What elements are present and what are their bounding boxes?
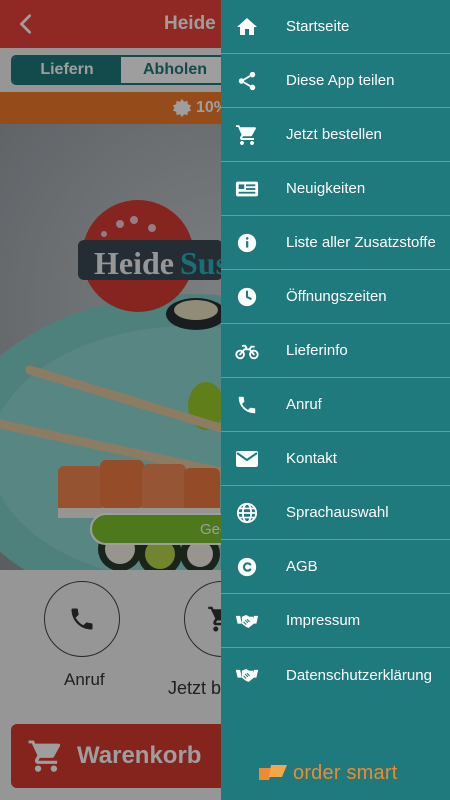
menu-label: Startseite xyxy=(286,18,350,35)
news-icon xyxy=(235,181,259,197)
navigation-drawer: Startseite Diese App teilen Jetzt bestel… xyxy=(221,0,450,800)
globe-icon xyxy=(236,502,258,524)
brand-text: order smart xyxy=(293,761,398,784)
menu-label: Jetzt bestellen xyxy=(286,126,382,143)
menu-item-call[interactable]: Anruf xyxy=(221,378,450,432)
menu-item-terms[interactable]: AGB xyxy=(221,540,450,594)
menu-label: Neuigkeiten xyxy=(286,180,366,197)
menu-item-contact[interactable]: Kontakt xyxy=(221,432,450,486)
menu-item-startseite[interactable]: Startseite xyxy=(221,0,450,54)
menu-label: Impressum xyxy=(286,612,361,629)
home-icon xyxy=(237,18,257,35)
menu-label: Anruf xyxy=(286,396,322,413)
copyright-icon xyxy=(237,557,257,577)
menu-item-order[interactable]: Jetzt bestellen xyxy=(221,108,450,162)
menu-label: Öffnungszeiten xyxy=(286,288,387,305)
menu-label: Datenschutzerklärung xyxy=(286,666,432,684)
menu-item-share[interactable]: Diese App teilen xyxy=(221,54,450,108)
menu-label: Lieferinfo xyxy=(286,342,348,359)
menu-item-opening-hours[interactable]: Öffnungszeiten xyxy=(221,270,450,324)
menu-item-imprint[interactable]: Impressum xyxy=(221,594,450,648)
clock-icon xyxy=(237,287,257,307)
brand-footer: order smart xyxy=(257,760,397,786)
menu-label: Liste aller Zusatzstoffe xyxy=(286,234,436,251)
menu-item-privacy[interactable]: Datenschutzerklärung xyxy=(221,648,450,702)
motorbike-icon xyxy=(235,344,259,360)
menu-label: Sprachauswahl xyxy=(286,504,389,521)
handshake-icon xyxy=(235,669,259,682)
phone-icon xyxy=(238,396,256,414)
info-icon xyxy=(237,233,257,253)
handshake-icon xyxy=(235,615,259,628)
menu-item-delivery-info[interactable]: Lieferinfo xyxy=(221,324,450,378)
share-icon xyxy=(238,71,256,91)
order-smart-logo-icon xyxy=(259,765,287,780)
mail-icon xyxy=(236,451,258,467)
menu-item-language[interactable]: Sprachauswahl xyxy=(221,486,450,540)
menu-item-news[interactable]: Neuigkeiten xyxy=(221,162,450,216)
menu-label: AGB xyxy=(286,558,318,575)
menu-label: Kontakt xyxy=(286,450,337,467)
cart-icon xyxy=(236,125,256,145)
menu-item-additives[interactable]: Liste aller Zusatzstoffe xyxy=(221,216,450,270)
menu-label: Diese App teilen xyxy=(286,72,395,89)
